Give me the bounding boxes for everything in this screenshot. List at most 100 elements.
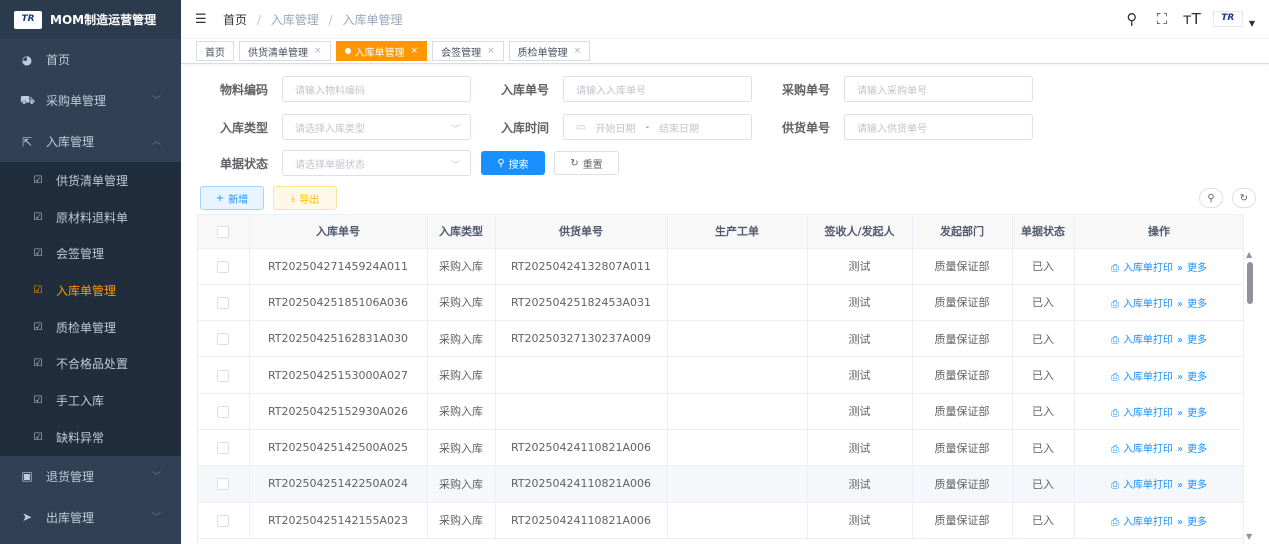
menu-item-returns[interactable]: ▣ 退货管理 ﹀ [0,456,181,497]
actions-cell: ⎙ 入库单打印» 更多 [1074,502,1243,539]
tag-inbound-order[interactable]: 入库单管理 × [335,41,428,61]
row-checkbox[interactable] [217,369,230,382]
menu-item-purchase[interactable]: ⛟ 采购单管理 ﹀ [0,80,181,121]
checkbox-icon: ☑ [33,174,43,186]
row-checkbox[interactable] [217,260,230,273]
purchase-no-input[interactable]: 请输入采购单号 [844,76,1033,102]
print-inbound-link[interactable]: 入库单打印 [1123,517,1173,528]
caret-down-icon[interactable]: ▼ [1249,19,1255,28]
table-row[interactable]: RT20250425142250A024 采购入库 RT202504241108… [198,465,1243,503]
inbound-no-input[interactable]: 请输入入库单号 [563,76,752,102]
row-checkbox[interactable] [217,478,230,491]
row-checkbox[interactable] [217,296,230,309]
toggle-search-button[interactable]: ⚲ [1199,188,1223,208]
menu-item-outbound[interactable]: ➤ 出库管理 ﹀ [0,497,181,538]
end-date-input[interactable]: 结束日期 [659,120,699,135]
material-code-input[interactable]: 请输入物料编码 [282,76,471,102]
chevron-down-icon: ﹀ [151,96,161,106]
table-row[interactable]: RT20250425185106A036 采购入库 RT202504251824… [198,284,1243,322]
reset-button[interactable]: ↻ 重置 [554,151,619,175]
print-icon: ⎙ [1110,444,1119,456]
select-all-cell[interactable] [198,215,250,249]
more-link[interactable]: 更多 [1187,263,1207,274]
refresh-table-button[interactable]: ↻ [1232,188,1256,208]
table-scrollbar[interactable]: ▲ ▼ [1243,214,1255,544]
more-link[interactable]: 更多 [1187,517,1207,528]
signer-cell: 测试 [807,356,913,394]
submenu-item-material-return[interactable]: ☑ 原材料退料单 [0,199,181,236]
row-checkbox[interactable] [217,333,230,346]
submenu-item-qc-order[interactable]: ☑ 质检单管理 [0,309,181,346]
supply-no-input[interactable]: 请输入供货单号 [844,114,1033,140]
font-size-icon[interactable]: ᴛT [1183,10,1201,28]
logo-area[interactable]: TR MOM制造运营管理 [0,0,181,39]
dept-cell: 质量保证部 [912,284,1013,322]
close-icon[interactable]: × [314,46,322,56]
print-inbound-link[interactable]: 入库单打印 [1123,299,1173,310]
table-row[interactable]: RT20250425153000A027 采购入库 测试 质量保证部 已入 ⎙ 入… [198,356,1243,394]
supply-no-cell [495,356,668,394]
close-icon[interactable]: × [487,46,495,56]
inbound-date-range[interactable]: ▭ 开始日期 - 结束日期 [563,114,752,140]
row-checkbox[interactable] [217,442,230,455]
scroll-down-icon[interactable]: ▼ [1246,532,1252,541]
table-row[interactable]: RT20250425162831A030 采购入库 RT202503271302… [198,320,1243,358]
submenu-item-nonconforming[interactable]: ☑ 不合格品处置 [0,345,181,382]
print-inbound-link[interactable]: 入库单打印 [1123,480,1173,491]
select-all-checkbox[interactable] [217,225,230,238]
more-link[interactable]: 更多 [1187,335,1207,346]
submenu-item-shortage[interactable]: ☑ 缺料异常 [0,419,181,456]
tag-qc-order[interactable]: 质检单管理 × [508,41,591,61]
fullscreen-icon[interactable]: ⛶ [1153,10,1171,28]
breadcrumb-item[interactable]: 入库管理 [271,13,319,27]
avatar[interactable]: TR [1212,10,1243,27]
supply-no-label: 供货单号 [782,121,831,135]
table-row[interactable]: RT20250425142500A025 采购入库 RT202504241108… [198,429,1243,467]
hamburger-icon[interactable]: ☰ [195,12,209,27]
submenu-item-manual-inbound[interactable]: ☑ 手工入库 [0,382,181,419]
add-button-label: 新增 [228,194,249,206]
start-date-input[interactable]: 开始日期 [595,120,635,135]
more-link[interactable]: 更多 [1187,299,1207,310]
print-inbound-link[interactable]: 入库单打印 [1123,263,1173,274]
row-checkbox[interactable] [217,405,230,418]
close-icon[interactable]: × [411,46,419,56]
tag-countersign[interactable]: 会签管理 × [432,41,504,61]
close-icon[interactable]: × [574,46,582,56]
submenu-item-supply-list[interactable]: ☑ 供货清单管理 [0,162,181,199]
inbound-no-cell: RT20250425142250A024 [249,465,428,503]
signer-cell: 测试 [807,284,913,322]
more-link[interactable]: 更多 [1187,444,1207,455]
scroll-up-icon[interactable]: ▲ [1246,250,1252,259]
menu-item-inbound[interactable]: ⇱ 入库管理 ︿ [0,121,181,162]
work-order-cell [667,248,808,285]
doc-status-select[interactable]: 请选择单据状态 ﹀ [282,150,471,176]
submenu-item-inbound-order[interactable]: ☑ 入库单管理 [0,272,181,309]
print-inbound-link[interactable]: 入库单打印 [1123,335,1173,346]
print-inbound-link[interactable]: 入库单打印 [1123,372,1173,383]
submenu-item-countersign[interactable]: ☑ 会签管理 [0,235,181,272]
inbound-type-select[interactable]: 请选择入库类型 ﹀ [282,114,471,140]
column-header: 操作 [1074,215,1243,249]
more-link[interactable]: 更多 [1187,372,1207,383]
search-button[interactable]: ⚲ 搜索 [481,151,545,175]
tag-supply-list[interactable]: 供货清单管理 × [239,41,331,61]
search-icon[interactable]: ⚲ [1123,10,1141,28]
more-link[interactable]: 更多 [1187,408,1207,419]
table-row[interactable]: RT20250425142155A023 采购入库 RT202504241108… [198,502,1243,539]
print-inbound-link[interactable]: 入库单打印 [1123,444,1173,455]
table-row[interactable]: RT20250427145924A011 采购入库 RT202504241328… [198,248,1243,285]
breadcrumb-item[interactable]: 首页 [223,13,247,27]
column-header: 入库单号 [249,215,428,249]
row-checkbox[interactable] [217,514,230,527]
signer-cell: 测试 [807,320,913,358]
add-button[interactable]: + 新增 [200,186,264,210]
tag-home[interactable]: 首页 [196,41,234,61]
print-inbound-link[interactable]: 入库单打印 [1123,408,1173,419]
table-row[interactable]: RT20250425152930A026 采购入库 测试 质量保证部 已入 ⎙ 入… [198,393,1243,430]
export-button[interactable]: ⤓ 导出 [273,186,337,210]
scrollbar-thumb[interactable] [1247,262,1253,304]
menu-item-home[interactable]: ◕ 首页 [0,39,181,80]
more-link[interactable]: 更多 [1187,480,1207,491]
double-chevron-right-icon: » [1176,371,1184,383]
